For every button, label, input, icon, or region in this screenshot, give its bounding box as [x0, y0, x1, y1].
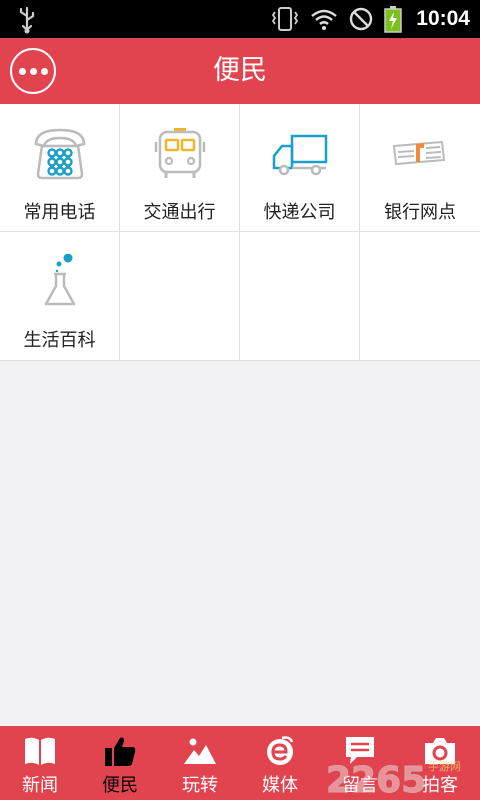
camera-icon: [425, 738, 455, 764]
flask-icon: [44, 254, 76, 306]
status-time: 10:04: [416, 7, 470, 30]
tab-convenience[interactable]: 便民: [80, 726, 160, 800]
bottom-tab-bar: 新闻 便民 玩转 媒体 留言 拍客: [0, 726, 480, 800]
truck-icon: [272, 134, 328, 176]
usb-icon: [19, 6, 35, 34]
grid-empty-cell: [120, 232, 240, 360]
tab-label: 留言: [342, 775, 378, 796]
tab-label: 新闻: [22, 775, 58, 796]
page-title: 便民: [213, 55, 267, 86]
banknotes-icon: [392, 140, 446, 166]
tab-label: 便民: [102, 775, 138, 796]
tab-media[interactable]: 媒体: [240, 726, 320, 800]
mountain-icon: [184, 738, 216, 764]
grid-item-label: 银行网点: [384, 202, 456, 223]
grid-item-label: 常用电话: [23, 202, 96, 223]
book-icon: [25, 737, 55, 765]
no-signal-icon: [350, 7, 373, 31]
thumbs-up-icon: [105, 737, 136, 766]
grid-row: 生活百科: [0, 232, 480, 360]
grid-item-label: 交通出行: [143, 202, 216, 223]
e-media-icon: [267, 736, 294, 765]
service-grid: 常用电话 交通出行 快递公司 银行网点 生活百科: [0, 104, 480, 361]
grid-item-encyclopedia[interactable]: 生活百科: [0, 232, 120, 360]
grid-item-transport[interactable]: 交通出行: [120, 104, 240, 232]
tab-label: 玩转: [182, 775, 218, 796]
tab-message[interactable]: 留言: [320, 726, 400, 800]
grid-item-phone[interactable]: 常用电话: [0, 104, 120, 232]
telephone-icon: [34, 128, 86, 180]
wifi-icon: [311, 9, 338, 30]
status-bar: 10:04: [0, 0, 480, 38]
tab-photo[interactable]: 拍客: [400, 726, 480, 800]
bus-icon: [154, 128, 206, 178]
tab-play[interactable]: 玩转: [160, 726, 240, 800]
grid-item-bank[interactable]: 银行网点: [360, 104, 480, 232]
tab-label: 媒体: [262, 775, 298, 796]
grid-row: 常用电话 交通出行 快递公司 银行网点: [0, 104, 480, 232]
message-icon: [346, 737, 374, 764]
grid-item-express[interactable]: 快递公司: [240, 104, 360, 232]
grid-item-label: 快递公司: [263, 202, 336, 223]
tab-label: 拍客: [422, 775, 458, 796]
battery-charging-icon: [384, 6, 403, 33]
grid-empty-cell: [240, 232, 360, 360]
tab-news[interactable]: 新闻: [0, 726, 80, 800]
vibrate-icon: [272, 7, 299, 31]
grid-item-label: 生活百科: [23, 330, 96, 351]
grid-empty-cell: [360, 232, 480, 360]
header-bar: 便民: [0, 38, 480, 104]
